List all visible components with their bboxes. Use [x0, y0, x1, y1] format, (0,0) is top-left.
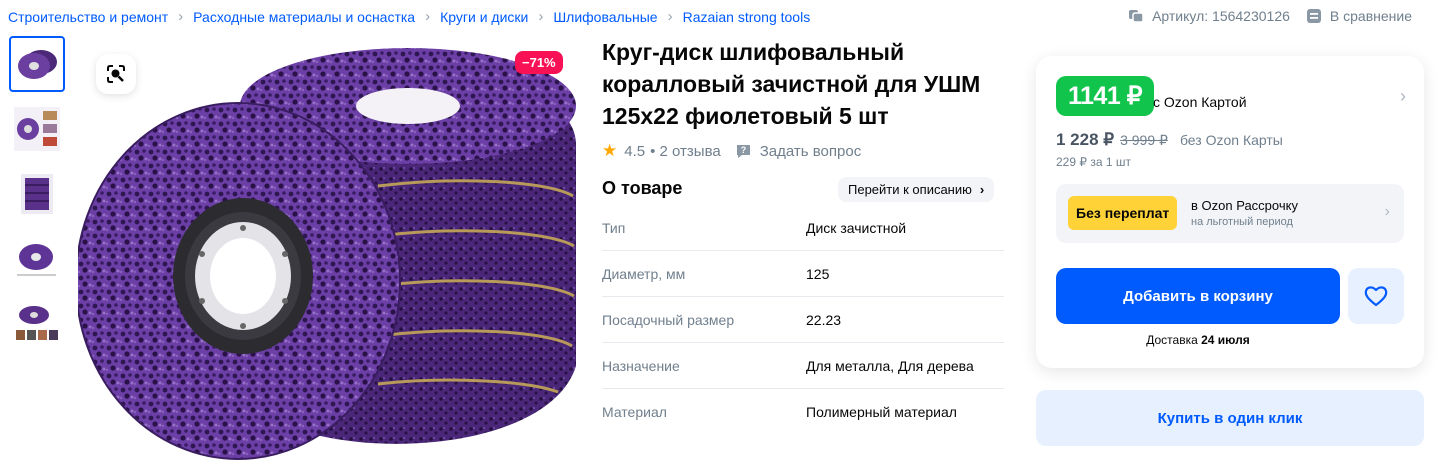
spec-value: Полимерный материал [806, 403, 957, 420]
spec-key: Посадочный размер [602, 311, 735, 328]
svg-text:?: ? [740, 145, 746, 155]
disc-dimensions-thumbnail-image [17, 244, 56, 276]
thumbnail-2[interactable] [9, 101, 65, 157]
delivery-prefix: Доставка [1146, 333, 1198, 347]
disc-stack-thumbnail-image [18, 50, 57, 79]
disc-stack-image [75, 48, 577, 460]
thumbnail-5[interactable] [9, 296, 65, 352]
spec-value: 22.23 [806, 311, 842, 328]
thumbnail-4[interactable] [9, 231, 65, 287]
spec-value: 125 [806, 265, 830, 282]
breadcrumb-item-consumables[interactable]: Расходные материалы и оснастка [193, 9, 415, 25]
reviews-count[interactable]: • 2 отзыва [650, 143, 721, 160]
spec-value: Для металла, Для дерева [806, 357, 974, 374]
rating-row: ★ 4.5 • 2 отзыва ? Задать вопрос [602, 141, 861, 161]
breadcrumb-item-construction[interactable]: Строительство и ремонт [8, 9, 168, 25]
breadcrumb-item-grinding[interactable]: Шлифовальные [553, 9, 657, 25]
question-chat-icon: ? [736, 144, 750, 158]
image-search-button[interactable] [96, 54, 136, 94]
regular-price: 1 228 ₽ [1056, 130, 1115, 149]
spec-row: Назначение Для металла, Для дерева [602, 343, 1004, 389]
specs-table: Тип Диск зачистной Диаметр, мм 125 Посад… [602, 205, 1004, 434]
article-label: Артикул: 1564230126 [1152, 8, 1290, 24]
spec-key: Диаметр, мм [602, 265, 686, 282]
product-title: Круг-диск шлифовальный коралловый зачист… [602, 39, 981, 129]
heart-icon [1364, 286, 1388, 307]
copy-icon [1129, 10, 1144, 23]
breadcrumb: Строительство и ремонт › Расходные матер… [8, 8, 810, 25]
chevron-right-icon: › [979, 182, 985, 197]
star-icon: ★ [602, 141, 618, 160]
delivery-date: 24 июля [1201, 333, 1250, 347]
chevron-right-icon[interactable]: › [1400, 86, 1406, 107]
chevron-right-icon: › [1384, 203, 1390, 220]
buy-card: 1141 ₽ с Ozon Картой › 1 228 ₽ 3 999 ₽ б… [1036, 56, 1424, 368]
chevron-right-icon: › [667, 8, 673, 25]
spec-key: Назначение [602, 357, 680, 374]
ozon-card-label: с Ozon Картой [1153, 94, 1247, 110]
disc-usage-thumbnail-image [16, 306, 58, 340]
compare-label: В сравнение [1329, 8, 1412, 24]
installment-banner[interactable]: Без переплат в Ozon Рассрочку на льготны… [1056, 184, 1404, 243]
installment-title: в Ozon Рассрочку [1191, 198, 1298, 213]
discount-badge: −71% [515, 51, 563, 74]
disc-stack-side-thumbnail-image [21, 174, 53, 214]
article-number[interactable]: Артикул: 1564230126 [1128, 8, 1290, 24]
rating-value[interactable]: 4.5 [624, 143, 645, 160]
chevron-right-icon: › [178, 8, 184, 25]
product-infographic-thumbnail-image [14, 107, 60, 151]
about-heading: О товаре [602, 178, 683, 198]
main-product-image[interactable] [75, 36, 578, 467]
thumbnail-1[interactable] [9, 36, 65, 92]
product-meta: Артикул: 1564230126 В сравнение [1128, 8, 1412, 24]
thumbnail-3[interactable] [9, 166, 65, 222]
spec-value: Диск зачистной [806, 219, 907, 236]
compare-link[interactable]: В сравнение [1306, 8, 1412, 24]
spec-row: Диаметр, мм 125 [602, 251, 1004, 297]
goto-description-button[interactable]: Перейти к описанию › [838, 177, 995, 202]
buy-one-click-button[interactable]: Купить в один клик [1036, 390, 1424, 446]
image-search-icon [107, 65, 125, 83]
ask-question-link[interactable]: ? Задать вопрос [735, 143, 861, 160]
breadcrumb-item-brand[interactable]: Razaian strong tools [683, 9, 811, 25]
favorite-button[interactable] [1348, 268, 1404, 324]
without-card-label: без Ozon Карты [1179, 132, 1283, 148]
chevron-right-icon: › [425, 8, 431, 25]
delivery-info: Доставка 24 июля [1056, 333, 1340, 347]
goto-description-label: Перейти к описанию [848, 182, 972, 197]
add-to-cart-button[interactable]: Добавить в корзину [1056, 268, 1340, 324]
compare-icon [1306, 9, 1321, 23]
installment-subtitle: на льготный период [1191, 216, 1293, 228]
spec-row: Посадочный размер 22.23 [602, 297, 1004, 343]
regular-price-row: 1 228 ₽ 3 999 ₽ без Ozon Карты [1056, 130, 1283, 150]
gallery-thumbnails [9, 36, 65, 361]
spec-key: Материал [602, 403, 667, 420]
old-price: 3 999 ₽ [1120, 132, 1168, 148]
spec-key: Тип [602, 219, 626, 236]
per-unit-price: 229 ₽ за 1 шт [1056, 155, 1131, 169]
breadcrumb-item-discs[interactable]: Круги и диски [440, 9, 528, 25]
spec-row: Материал Полимерный материал [602, 389, 1004, 434]
installment-badge: Без переплат [1068, 196, 1178, 230]
ozon-card-price[interactable]: 1141 ₽ [1056, 76, 1155, 116]
spec-row: Тип Диск зачистной [602, 205, 1004, 251]
ask-question-label: Задать вопрос [759, 142, 862, 160]
chevron-right-icon: › [538, 8, 544, 25]
